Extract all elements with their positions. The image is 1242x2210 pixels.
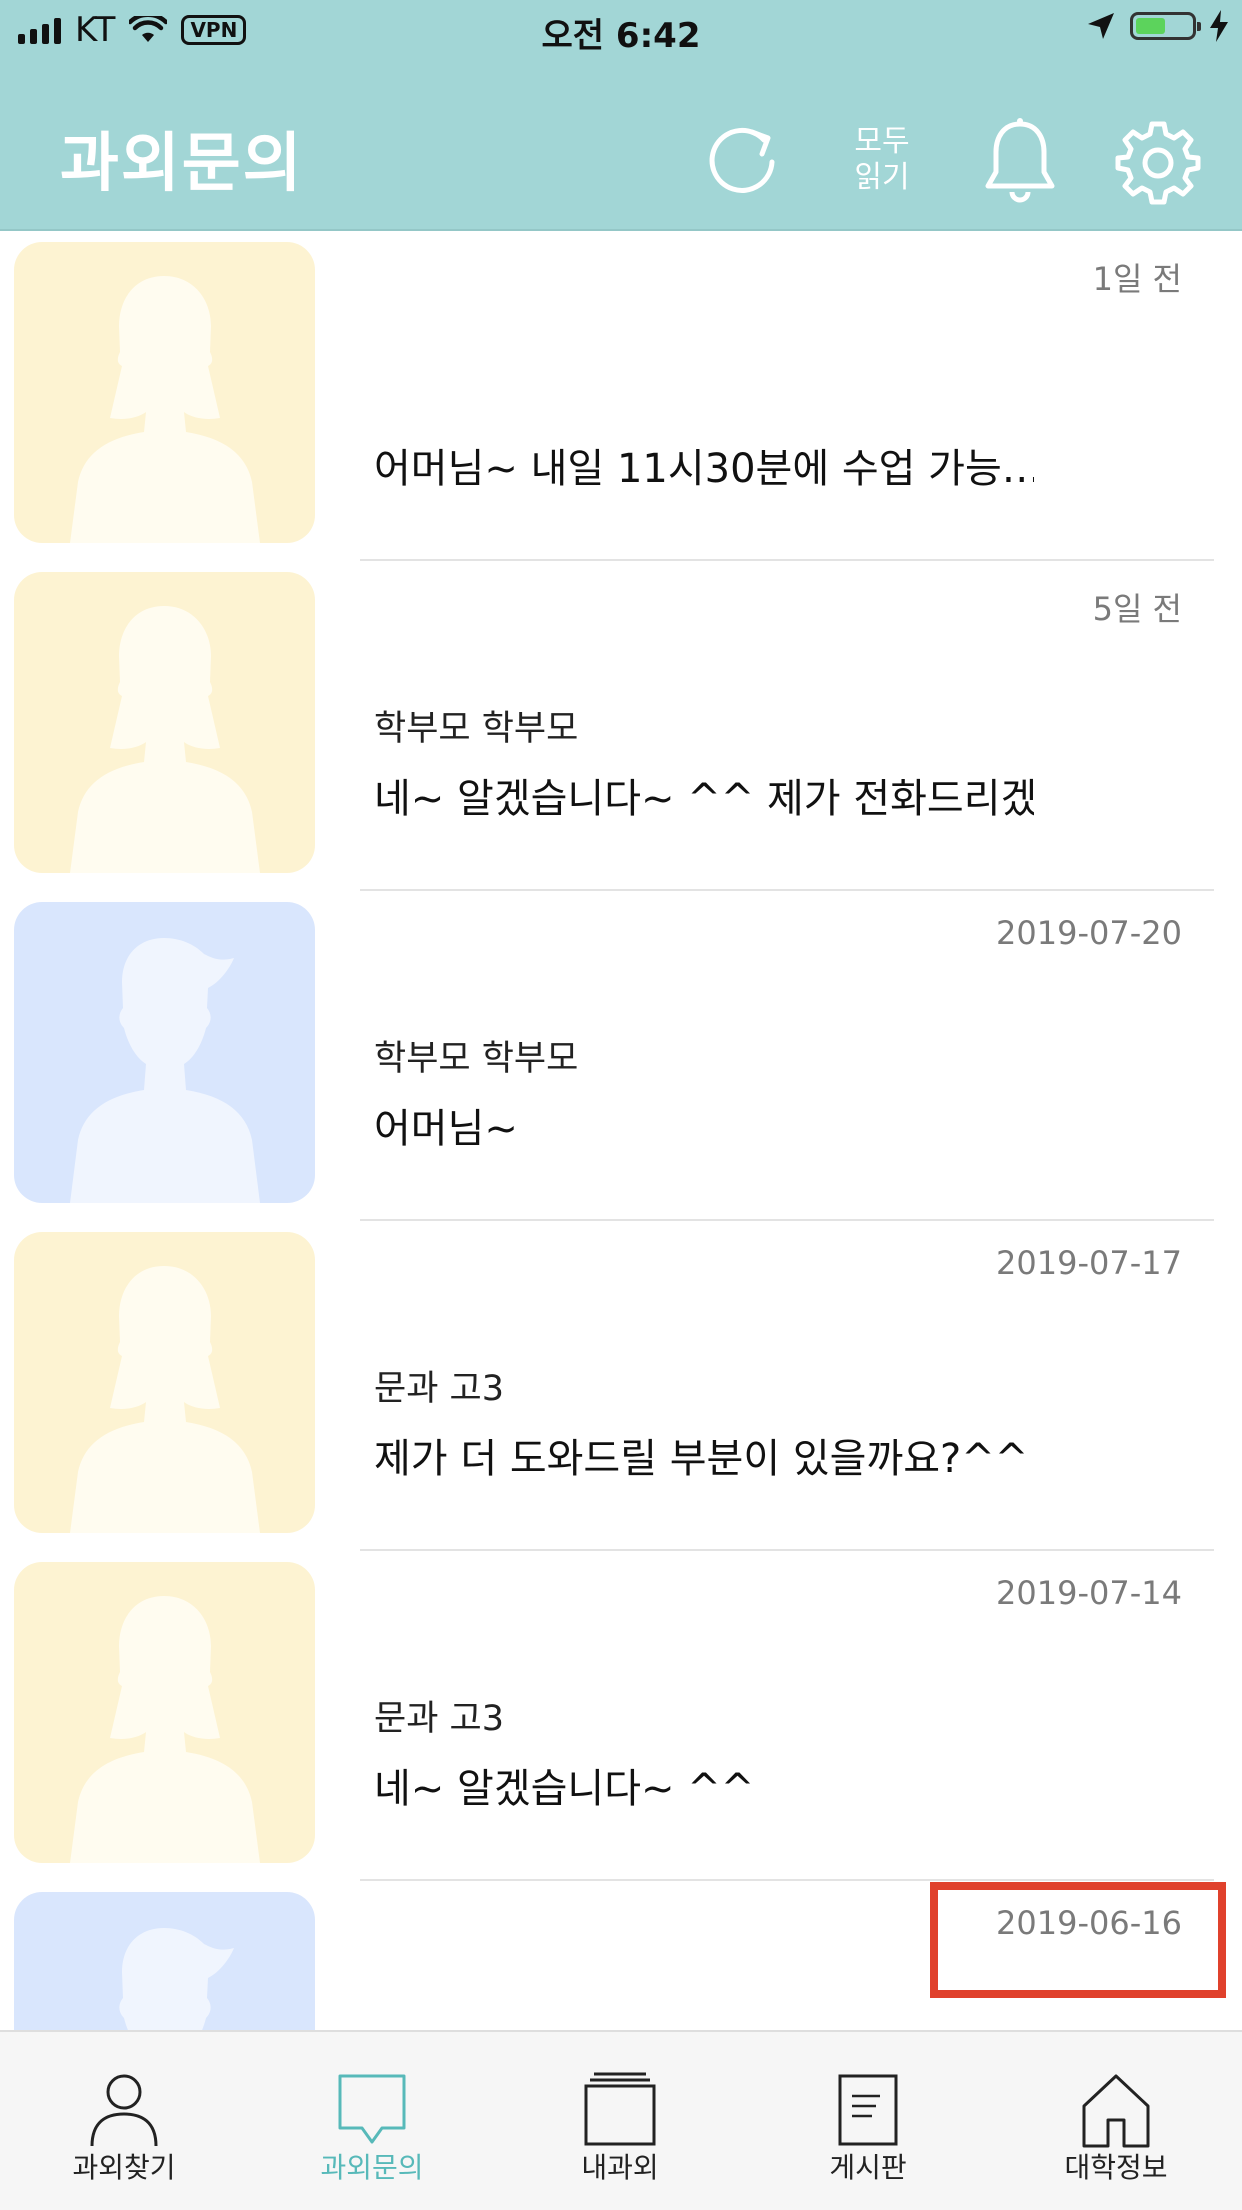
inquiry-message: 어머님~: [374, 1106, 518, 1152]
house-icon: [1082, 2074, 1150, 2148]
tab-my-tutoring[interactable]: 내과외: [496, 2032, 744, 2210]
inquiry-message: 제가 더 도와드릴 부분이 있을까요?^^: [374, 1436, 1029, 1482]
tab-find-tutoring[interactable]: 과외찾기: [0, 2032, 248, 2210]
battery-icon: [1130, 12, 1201, 40]
tab-label: 대학정보: [1064, 2151, 1168, 2184]
inquiry-date: 1일 전: [1092, 260, 1182, 298]
inquiry-message: 어머님~ 내일 11시30분에 수업 가능…: [374, 446, 1034, 492]
inquiry-date: 5일 전: [1092, 590, 1182, 628]
inquiry-sender: 문과 고3: [374, 1369, 504, 1409]
tab-label: 과외문의: [320, 2151, 424, 2184]
inquiry-sender: 학부모 학부모: [374, 709, 579, 749]
charging-bolt-icon: [1210, 10, 1228, 42]
inquiry-sender: 문과 고3: [374, 1699, 504, 1739]
highlight-annotation-box: [930, 1882, 1226, 1998]
inquiry-sender: 학부모 학부모: [374, 1039, 579, 1079]
inquiry-date: 2019-07-14: [996, 1574, 1182, 1612]
page-title: 과외문의: [60, 127, 304, 201]
tab-tutoring-inquiry[interactable]: 과외문의: [248, 2032, 496, 2210]
refresh-icon: [709, 128, 775, 193]
inquiry-row[interactable]: 2019-07-20 학부모 학부모 어머님~: [0, 890, 1242, 1221]
tab-label: 게시판: [829, 2151, 907, 2184]
location-arrow-icon: [1088, 13, 1114, 39]
inquiry-row[interactable]: 5일 전 학부모 학부모 네~ 알겠습니다~ ^^ 제가 전화드리겠…: [0, 560, 1242, 891]
female-avatar-icon: [14, 242, 315, 543]
app-header: KT VPN 오전 6:42 과외문의 모두 읽기: [0, 0, 1242, 231]
female-avatar-icon: [14, 1562, 315, 1863]
person-icon: [90, 2074, 158, 2147]
inquiry-date: 2019-07-20: [996, 914, 1182, 952]
inquiry-row[interactable]: 2019-07-17 문과 고3 제가 더 도와드릴 부분이 있을까요?^^: [0, 1220, 1242, 1551]
bottom-tab-bar: 과외찾기 과외문의 내과외 게시판 대학정보: [0, 2030, 1242, 2210]
tab-label: 내과외: [581, 2151, 659, 2184]
chat-bubble-icon: [338, 2074, 406, 2144]
read-all-label-line1: 모두: [854, 124, 910, 159]
bell-icon: [985, 118, 1055, 203]
inquiry-list[interactable]: 1일 전 어머님~ 내일 11시30분에 수업 가능… 5일 전 학부모 학부모…: [0, 230, 1242, 2030]
male-avatar-icon: [14, 1892, 315, 2030]
inquiry-row[interactable]: 2019-07-14 문과 고3 네~ 알겠습니다~ ^^: [0, 1550, 1242, 1881]
tab-label: 과외찾기: [72, 2151, 176, 2184]
inquiry-message: 네~ 알겠습니다~ ^^ 제가 전화드리겠…: [374, 776, 1034, 822]
tab-board[interactable]: 게시판: [744, 2032, 992, 2210]
notifications-button[interactable]: [970, 112, 1070, 212]
inquiry-row[interactable]: 1일 전 어머님~ 내일 11시30분에 수업 가능…: [0, 230, 1242, 561]
read-all-label-line2: 읽기: [854, 160, 910, 195]
tab-university-info[interactable]: 대학정보: [992, 2032, 1240, 2210]
status-time: 오전 6:42: [541, 16, 701, 56]
inquiry-date: 2019-07-17: [996, 1244, 1182, 1282]
male-avatar-icon: [14, 902, 315, 1203]
document-icon: [838, 2074, 898, 2146]
read-all-button[interactable]: 모두 읽기: [832, 124, 932, 224]
inquiry-message: 네~ 알겠습니다~ ^^: [374, 1766, 755, 1812]
gear-icon: [1115, 121, 1201, 205]
female-avatar-icon: [14, 1232, 315, 1533]
refresh-button[interactable]: [692, 112, 792, 212]
female-avatar-icon: [14, 572, 315, 873]
status-bar: KT VPN 오전 6:42: [0, 0, 1242, 62]
settings-button[interactable]: [1108, 112, 1208, 212]
stacked-cards-icon: [584, 2072, 656, 2146]
